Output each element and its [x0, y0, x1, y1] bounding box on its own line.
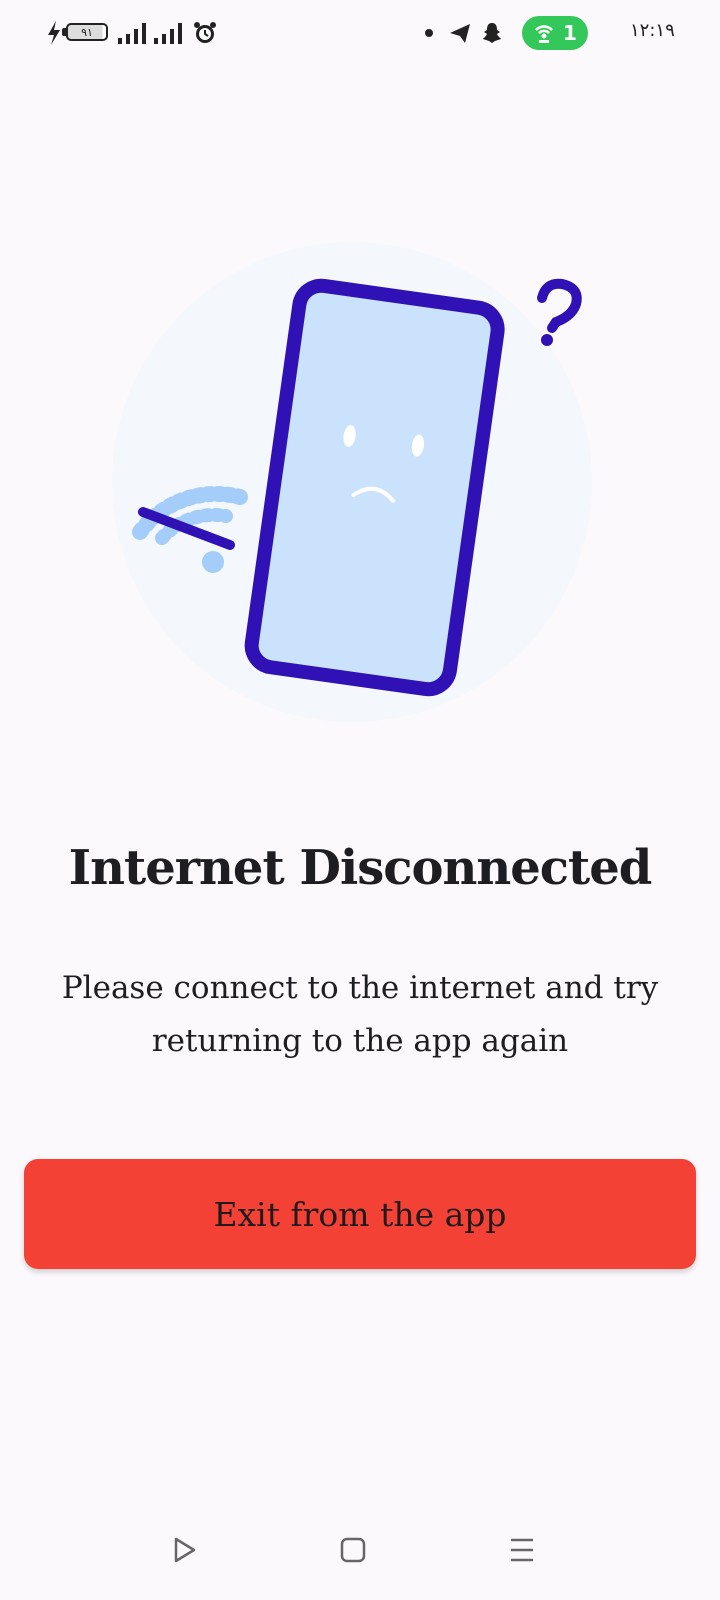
- hotspot-icon: [535, 25, 553, 43]
- snapchat-icon: [480, 20, 504, 46]
- back-triangle-icon[interactable]: [154, 1520, 214, 1580]
- telegram-icon: [448, 20, 472, 46]
- disconnect-message: Please connect to the internet and try r…: [60, 962, 660, 1068]
- disconnected-illustration: [110, 240, 610, 740]
- exit-app-button[interactable]: Exit from the app: [24, 1159, 696, 1269]
- home-square-icon[interactable]: [323, 1520, 383, 1580]
- status-bar: ۹۱ 1 ۱۲:۱۹: [0, 0, 720, 70]
- signal-2-icon: [152, 20, 186, 46]
- disconnect-message-line1: Please connect to the internet and try: [61, 970, 659, 1006]
- recents-lines-icon[interactable]: [492, 1520, 552, 1580]
- disconnect-message-line2: returning to the app again: [151, 1023, 569, 1059]
- hotspot-badge: 1: [522, 16, 588, 50]
- hotspot-count: 1: [563, 21, 577, 45]
- signal-1-icon: [116, 20, 150, 46]
- charging-bolt-icon: [46, 20, 62, 46]
- alarm-icon: [192, 20, 218, 46]
- page-title: Internet Disconnected: [68, 840, 653, 896]
- battery-icon: ۹۱: [66, 23, 108, 41]
- notification-dot-icon: [424, 20, 434, 46]
- question-mark-icon: [537, 278, 582, 346]
- clock: ۱۲:۱۹: [630, 20, 675, 41]
- battery-level: ۹۱: [81, 25, 93, 39]
